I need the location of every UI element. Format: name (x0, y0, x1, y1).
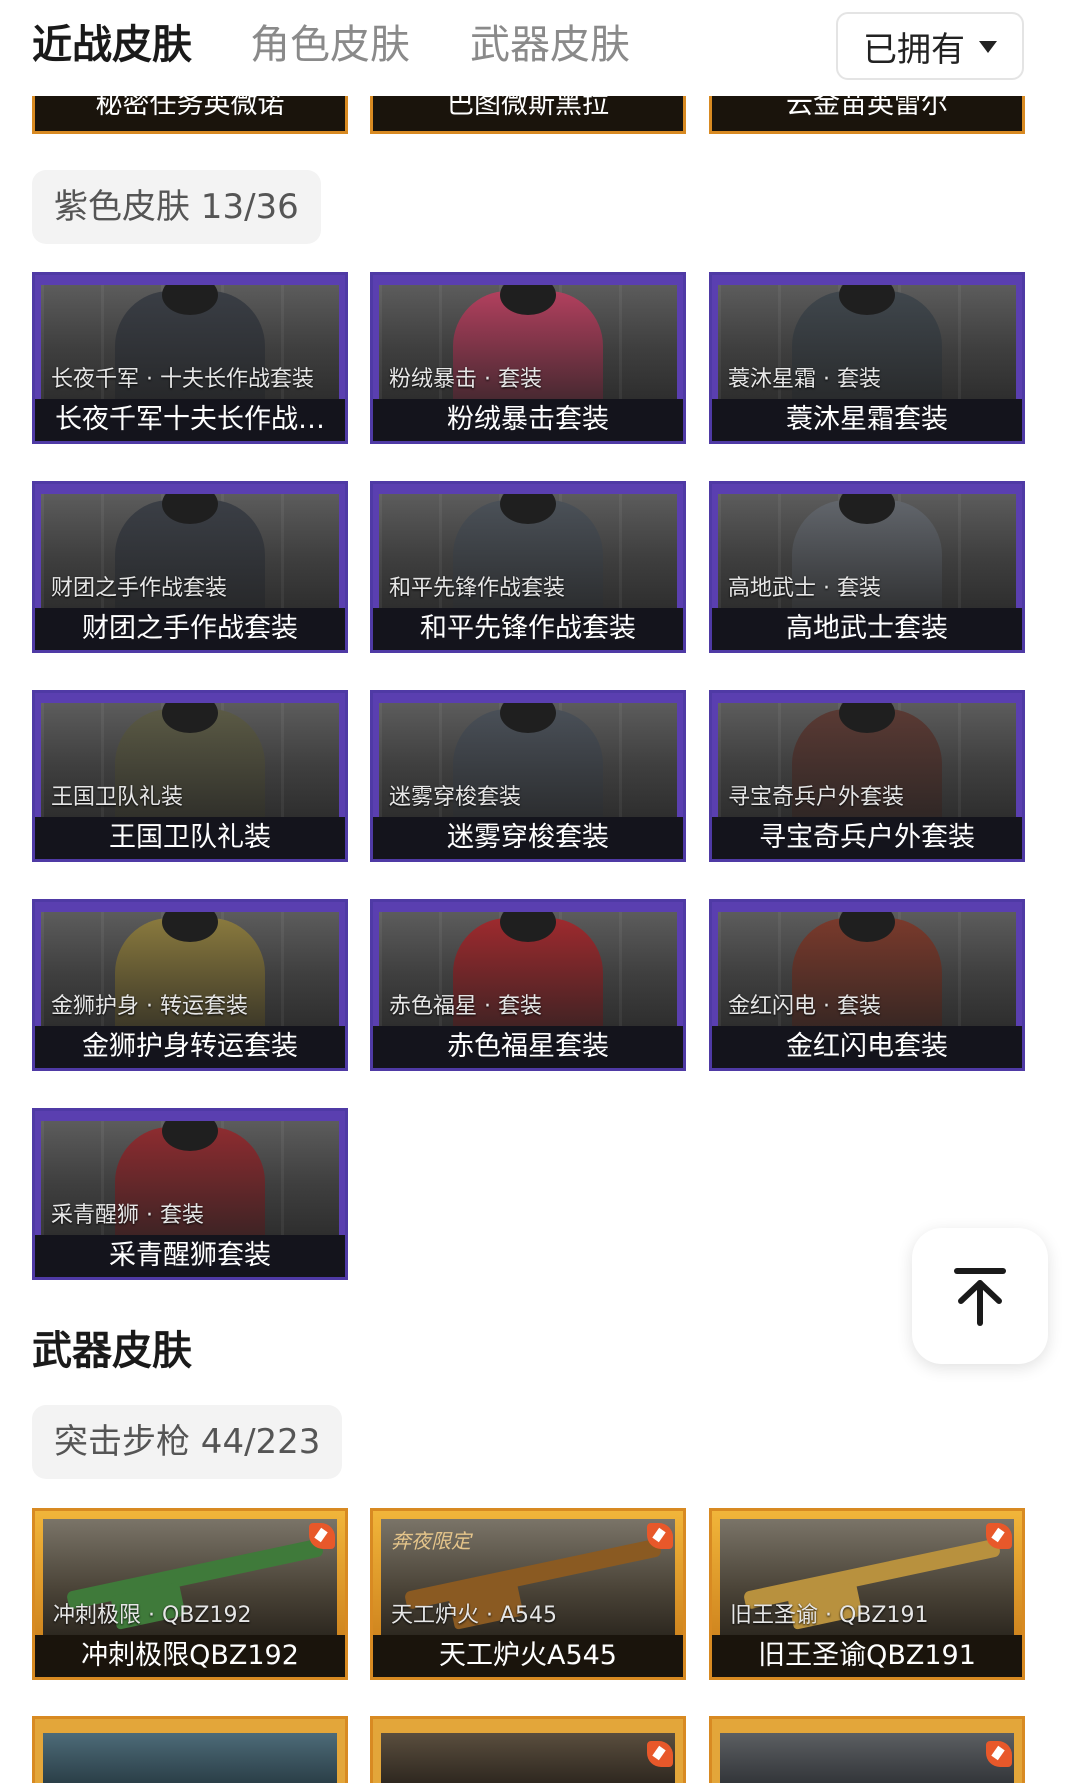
skin-card[interactable]: 和平先锋作战套装 和平先锋作战套装 (370, 481, 686, 653)
tab-melee-skins[interactable]: 近战皮肤 (32, 18, 192, 72)
weapon-skin-card[interactable]: 冲刺极限 · QBZ192 冲刺极限QBZ192 (32, 1508, 348, 1680)
weapon-skin-card[interactable]: 旧王圣谕 · QBZ191 旧王圣谕QBZ191 (709, 1508, 1025, 1680)
tab-weapon-skins[interactable]: 武器皮肤 (470, 18, 630, 72)
arrow-up-to-top-icon (954, 1268, 1006, 1326)
limited-stamp: 奔夜限定 (391, 1529, 471, 1553)
skin-thumbnail: 寻宝奇兵户外套装 (718, 703, 1016, 817)
weapon-thumbnail: 旧王圣谕 · QBZ191 (720, 1519, 1014, 1635)
card-subtitle: 高地武士 · 套装 (728, 576, 881, 601)
partial-weapon-card[interactable] (370, 1716, 686, 1783)
skin-card[interactable]: 迷雾穿梭套装 迷雾穿梭套装 (370, 690, 686, 862)
paint-brush-icon (647, 1523, 673, 1549)
skin-card[interactable]: 王国卫队礼装 王国卫队礼装 (32, 690, 348, 862)
card-subtitle: 财团之手作战套装 (51, 576, 228, 601)
card-subtitle: 天工炉火 · A545 (391, 1603, 558, 1628)
purple-skin-count-pill: 紫色皮肤 13/36 (32, 170, 321, 244)
card-name: 蓑沐星霜套装 (712, 399, 1022, 441)
card-subtitle: 金狮护身 · 转运套装 (51, 994, 248, 1019)
skin-thumbnail: 高地武士 · 套装 (718, 494, 1016, 608)
card-subtitle: 蓑沐星霜 · 套装 (728, 367, 881, 392)
skin-thumbnail: 金狮护身 · 转运套装 (41, 912, 339, 1026)
skin-card[interactable]: 长夜千军 · 十夫长作战套装长夜千军十夫长作战… (32, 272, 348, 444)
card-name: 高地武士套装 (712, 608, 1022, 650)
card-name: 巴图微斯黑拉 (447, 96, 609, 120)
card-name: 金红闪电套装 (712, 1026, 1022, 1068)
skin-card[interactable]: 寻宝奇兵户外套装 寻宝奇兵户外套装 (709, 690, 1025, 862)
partial-card[interactable]: 巴图微斯黑拉 (370, 96, 686, 134)
tab-character-skins[interactable]: 角色皮肤 (250, 18, 410, 72)
card-subtitle: 长夜千军 · 十夫长作战套装 (51, 367, 314, 392)
card-name: 赤色福星套装 (373, 1026, 683, 1068)
partial-weapon-card[interactable] (32, 1716, 348, 1783)
skin-card[interactable]: 粉绒暴击 · 套装粉绒暴击套装 (370, 272, 686, 444)
skin-thumbnail: 赤色福星 · 套装 (379, 912, 677, 1026)
card-subtitle: 采青醒狮 · 套装 (51, 1203, 204, 1228)
skin-thumbnail: 财团之手作战套装 (41, 494, 339, 608)
skin-thumbnail: 王国卫队礼装 (41, 703, 339, 817)
weapon-thumbnail: 冲刺极限 · QBZ192 (43, 1519, 337, 1635)
paint-brush-icon (986, 1523, 1012, 1549)
partial-card[interactable]: 云金苗英雷尔 (709, 96, 1025, 134)
card-name: 金狮护身转运套装 (35, 1026, 345, 1068)
owned-filter-dropdown[interactable]: 已拥有 (836, 12, 1024, 80)
card-subtitle: 和平先锋作战套装 (389, 576, 566, 601)
skin-card[interactable]: 蓑沐星霜 · 套装蓑沐星霜套装 (709, 272, 1025, 444)
card-name: 天工炉火A545 (373, 1635, 683, 1677)
card-subtitle: 旧王圣谕 · QBZ191 (730, 1603, 929, 1628)
skin-thumbnail: 粉绒暴击 · 套装 (379, 285, 677, 399)
card-subtitle: 迷雾穿梭套装 (389, 785, 522, 810)
caret-down-icon (979, 41, 997, 53)
card-subtitle: 粉绒暴击 · 套装 (389, 367, 542, 392)
assault-rifle-count-pill: 突击步枪 44/223 (32, 1405, 343, 1479)
card-subtitle: 赤色福星 · 套装 (389, 994, 542, 1019)
skin-card[interactable]: 金红闪电 · 套装金红闪电套装 (709, 899, 1025, 1071)
skin-thumbnail: 采青醒狮 · 套装 (41, 1121, 339, 1235)
card-subtitle: 金红闪电 · 套装 (728, 994, 881, 1019)
card-name: 采青醒狮套装 (35, 1235, 345, 1277)
weapon-thumbnail: 天工炉火 · A545 奔夜限定 (381, 1519, 675, 1635)
card-name: 长夜千军十夫长作战… (35, 399, 345, 441)
skin-thumbnail: 长夜千军 · 十夫长作战套装 (41, 285, 339, 399)
top-tab-bar: 近战皮肤 角色皮肤 武器皮肤 已拥有 (0, 0, 1067, 96)
card-name: 寻宝奇兵户外套装 (712, 817, 1022, 859)
paint-brush-icon (309, 1523, 335, 1549)
paint-brush-icon (647, 1741, 673, 1767)
skin-thumbnail: 迷雾穿梭套装 (379, 703, 677, 817)
card-name: 粉绒暴击套装 (373, 399, 683, 441)
partial-weapon-card[interactable] (709, 1716, 1025, 1783)
skin-card[interactable]: 赤色福星 · 套装赤色福星套装 (370, 899, 686, 1071)
filter-label: 已拥有 (863, 29, 965, 70)
skin-thumbnail: 蓑沐星霜 · 套装 (718, 285, 1016, 399)
scroll-to-top-button[interactable] (912, 1228, 1048, 1364)
skin-card[interactable]: 财团之手作战套装 财团之手作战套装 (32, 481, 348, 653)
weapon-skin-card[interactable]: 天工炉火 · A545 奔夜限定天工炉火A545 (370, 1508, 686, 1680)
partial-card[interactable]: 秘密任务英微诺 (32, 96, 348, 134)
card-name: 和平先锋作战套装 (373, 608, 683, 650)
card-subtitle: 冲刺极限 · QBZ192 (53, 1603, 252, 1628)
card-name: 财团之手作战套装 (35, 608, 345, 650)
card-name: 冲刺极限QBZ192 (35, 1635, 345, 1677)
card-name: 迷雾穿梭套装 (373, 817, 683, 859)
card-subtitle: 王国卫队礼装 (51, 785, 184, 810)
skin-card[interactable]: 采青醒狮 · 套装采青醒狮套装 (32, 1108, 348, 1280)
skin-thumbnail: 和平先锋作战套装 (379, 494, 677, 608)
card-subtitle: 寻宝奇兵户外套装 (728, 785, 905, 810)
skin-card[interactable]: 金狮护身 · 转运套装金狮护身转运套装 (32, 899, 348, 1071)
card-name: 王国卫队礼装 (35, 817, 345, 859)
card-name: 秘密任务英微诺 (95, 96, 285, 120)
skin-card[interactable]: 高地武士 · 套装高地武士套装 (709, 481, 1025, 653)
paint-brush-icon (986, 1741, 1012, 1767)
card-name: 云金苗英雷尔 (786, 96, 948, 120)
weapon-section-title: 武器皮肤 (32, 1328, 192, 1374)
skin-thumbnail: 金红闪电 · 套装 (718, 912, 1016, 1026)
card-name: 旧王圣谕QBZ191 (712, 1635, 1022, 1677)
